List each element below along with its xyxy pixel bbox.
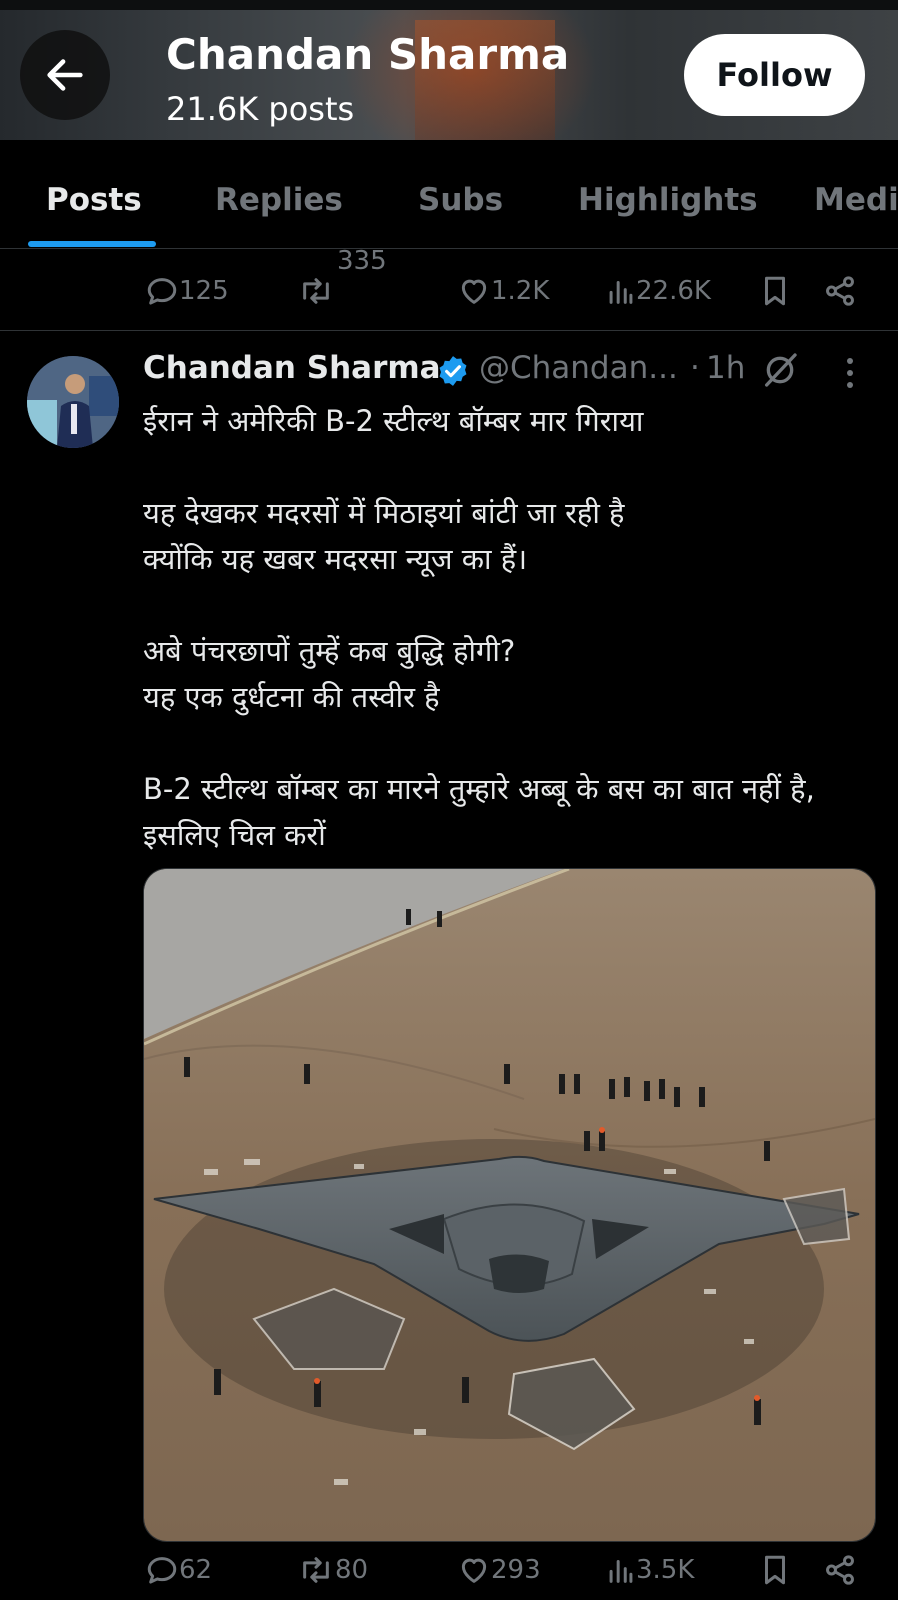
- reply-count: 62: [179, 1555, 213, 1585]
- share-button[interactable]: [823, 1553, 857, 1587]
- heart-icon: [461, 279, 487, 304]
- views-count: 3.5K: [636, 1555, 695, 1585]
- reply-icon: [147, 278, 177, 305]
- prev-views-count: 22.6K: [636, 276, 711, 306]
- avatar[interactable]: [27, 356, 119, 448]
- profile-name: Chandan Sharma: [166, 30, 570, 79]
- grok-icon[interactable]: [760, 350, 800, 390]
- tab-media[interactable]: Medi: [814, 182, 898, 218]
- bookmark-icon: [765, 276, 785, 306]
- tab-posts[interactable]: Posts: [46, 182, 142, 218]
- post-text-line: B-2 स्टील्थ बॉम्बर का मारने तुम्हारे अब्…: [143, 772, 815, 852]
- post-text-line: क्योंकि यह खबर मदरसा न्यूज का हैं।: [143, 542, 528, 576]
- reply-button[interactable]: 62: [145, 1553, 212, 1587]
- post-time[interactable]: 1h: [706, 350, 745, 386]
- status-bar-strip: [0, 0, 898, 10]
- back-button[interactable]: [20, 30, 110, 120]
- prev-reply-count: 125: [179, 276, 229, 306]
- like-button[interactable]: 293: [457, 1553, 541, 1587]
- more-vertical-icon[interactable]: [845, 356, 855, 390]
- post-divider: [0, 330, 898, 331]
- post-media-image[interactable]: [143, 868, 876, 1542]
- tab-subs[interactable]: Subs: [418, 182, 503, 218]
- prev-share-button[interactable]: [823, 274, 857, 308]
- prev-like-count: 1.2K: [491, 276, 550, 306]
- profile-header: Chandan Sharma 21.6K posts Follow: [0, 0, 898, 140]
- bookmark-button[interactable]: [760, 1553, 790, 1587]
- repost-button[interactable]: 80: [297, 1553, 368, 1587]
- prev-repost-button[interactable]: [297, 274, 335, 308]
- prev-like-button[interactable]: 1.2K: [457, 274, 549, 308]
- repost-count: 80: [335, 1555, 369, 1585]
- post-count: 21.6K posts: [166, 90, 355, 128]
- post-text: ईरान ने अमेरिकी B-2 स्टील्थ बॉम्बर मार ग…: [143, 398, 871, 858]
- follow-button[interactable]: Follow: [684, 34, 865, 116]
- meta-separator: ·: [690, 350, 700, 386]
- post-text-line: अबे पंचरछापों तुम्हें कब बुद्धि होगी?: [143, 634, 516, 668]
- prev-views-button[interactable]: 22.6K: [606, 274, 711, 308]
- views-icon: [609, 1560, 633, 1583]
- bookmark-icon: [765, 1555, 785, 1585]
- arrow-left-icon: [47, 59, 83, 91]
- post-text-line: यह एक दुर्धटना की तस्वीर है: [143, 680, 440, 714]
- tab-highlights[interactable]: Highlights: [578, 182, 758, 218]
- author-handle[interactable]: @Chandan...: [479, 350, 678, 386]
- active-tab-indicator: [28, 241, 156, 247]
- share-icon: [826, 1555, 854, 1585]
- reply-icon: [147, 1557, 177, 1584]
- heart-icon: [461, 1558, 487, 1583]
- like-count: 293: [491, 1555, 541, 1585]
- verified-badge-icon: [439, 356, 467, 386]
- prev-reply-button[interactable]: 125: [145, 274, 229, 308]
- share-icon: [826, 276, 854, 306]
- prev-bookmark-button[interactable]: [760, 274, 790, 308]
- profile-tabs: Posts Replies Subs Highlights Medi: [0, 140, 898, 249]
- avatar-image: [27, 356, 119, 448]
- repost-icon: [303, 278, 329, 304]
- crashed-aircraft-photo: [144, 869, 875, 1541]
- prev-repost-count: 335: [337, 246, 387, 276]
- views-button[interactable]: 3.5K: [606, 1553, 694, 1587]
- tab-replies[interactable]: Replies: [215, 182, 343, 218]
- post-text-line: यह देखकर मदरसों में मिठाइयां बांटी जा रह…: [143, 496, 625, 530]
- repost-icon: [303, 1557, 329, 1583]
- post-text-line: ईरान ने अमेरिकी B-2 स्टील्थ बॉम्बर मार ग…: [143, 404, 644, 438]
- views-icon: [609, 281, 633, 304]
- author-name[interactable]: Chandan Sharma: [143, 350, 441, 386]
